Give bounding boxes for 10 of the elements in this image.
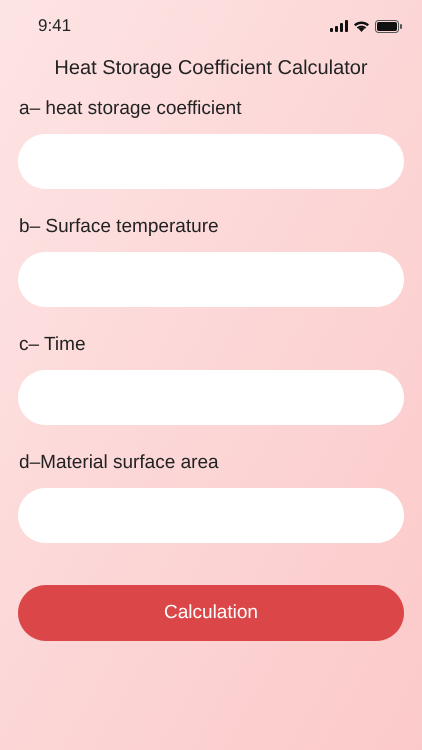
calculation-button[interactable]: Calculation	[18, 585, 404, 641]
status-time: 9:41	[38, 15, 72, 38]
signal-icon	[330, 20, 348, 32]
field-label: b– Surface temperature	[18, 215, 220, 239]
page-title: Heat Storage Coefficient Calculator	[54, 56, 368, 81]
battery-icon	[375, 20, 402, 32]
field-label: a– heat storage coefficient	[18, 97, 243, 121]
field-label: c– Time	[18, 333, 87, 357]
field-label: d–Material surface area	[18, 451, 220, 475]
wifi-icon	[353, 20, 370, 32]
